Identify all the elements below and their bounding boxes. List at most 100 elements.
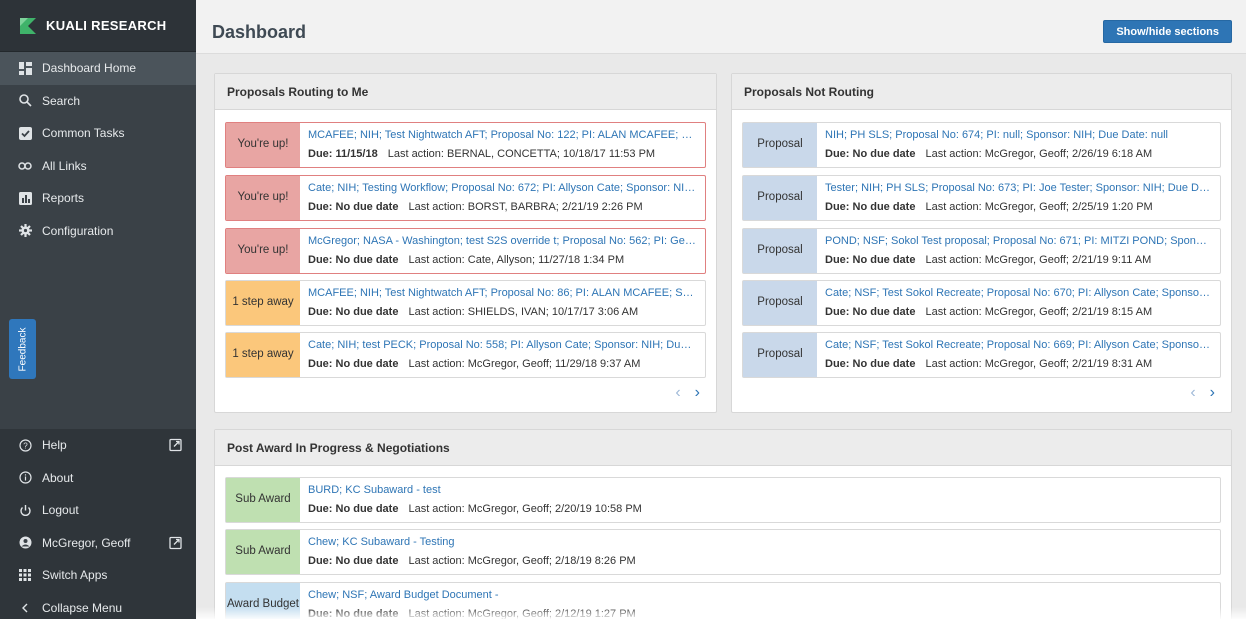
card-meta: Due: No due date Last action: BORST, BARB…: [308, 201, 697, 213]
due-date: Due: No due date: [825, 201, 916, 213]
sidebar-item-reports[interactable]: Reports: [0, 182, 196, 215]
sidebar-item-label: Configuration: [42, 223, 114, 238]
sidebar-item-label: Help: [42, 438, 67, 453]
feedback-tab[interactable]: Feedback: [9, 319, 36, 379]
sidebar-item-help[interactable]: ? Help: [0, 429, 196, 462]
sidebar-item-user[interactable]: McGregor, Geoff: [0, 527, 196, 560]
award-card[interactable]: Award Budget Chew; NSF; Award Budget Doc…: [225, 582, 1221, 619]
proposals-not-routing-panel: Proposals Not Routing Proposal NIH; PH S…: [731, 73, 1232, 413]
status-badge: Sub Award: [226, 478, 300, 522]
card-title-link[interactable]: Chew; KC Subaward - Testing: [308, 536, 1212, 550]
post-award-panel: Post Award In Progress & Negotiations Su…: [214, 429, 1232, 619]
checkbox-icon: [18, 126, 32, 140]
link-icon: [18, 159, 32, 173]
card-title-link[interactable]: Cate; NIH; Testing Workflow; Proposal No…: [308, 182, 697, 196]
card-title-link[interactable]: MCAFEE; NIH; Test Nightwatch AFT; Propos…: [308, 287, 697, 301]
external-link-icon[interactable]: [169, 439, 182, 452]
top-bar: Dashboard Show/hide sections: [196, 0, 1246, 54]
proposal-card[interactable]: Proposal POND; NSF; Sokol Test proposal;…: [742, 228, 1221, 274]
sidebar-item-label: Logout: [42, 503, 79, 518]
chevron-left-icon: [18, 601, 32, 615]
brand-header[interactable]: KUALI RESEARCH: [0, 0, 196, 52]
card-title-link[interactable]: NIH; PH SLS; Proposal No: 674; PI: null;…: [825, 129, 1212, 143]
award-card[interactable]: Sub Award BURD; KC Subaward - test Due: …: [225, 477, 1221, 523]
card-meta: Due: No due date Last action: SHIELDS, IV…: [308, 306, 697, 318]
proposal-card[interactable]: Proposal Tester; NIH; PH SLS; Proposal N…: [742, 175, 1221, 221]
search-icon: [18, 94, 32, 108]
card-body: Cate; NSF; Test Sokol Recreate; Proposal…: [817, 333, 1220, 377]
card-title-link[interactable]: Cate; NSF; Test Sokol Recreate; Proposal…: [825, 287, 1212, 301]
card-title-link[interactable]: Chew; NSF; Award Budget Document -: [308, 589, 1212, 603]
card-title-link[interactable]: POND; NSF; Sokol Test proposal; Proposal…: [825, 235, 1212, 249]
card-meta: Due: No due date Last action: McGregor, G…: [825, 306, 1212, 318]
external-link-icon[interactable]: [169, 536, 182, 549]
card-title-link[interactable]: Cate; NIH; test PECK; Proposal No: 558; …: [308, 339, 697, 353]
last-action: Last action: BORST, BARBRA; 2/21/19 2:26…: [408, 201, 643, 213]
grid-icon: [18, 568, 32, 582]
last-action: Last action: McGregor, Geoff; 2/21/19 9:…: [925, 254, 1152, 266]
last-action: Last action: McGregor, Geoff; 2/26/19 6:…: [925, 148, 1153, 160]
card-title-link[interactable]: Cate; NSF; Test Sokol Recreate; Proposal…: [825, 339, 1212, 353]
sidebar-item-about[interactable]: About: [0, 462, 196, 495]
card-meta: Due: No due date Last action: Cate, Allys…: [308, 254, 697, 266]
card-meta: Due: No due date Last action: McGregor, G…: [308, 358, 697, 370]
last-action: Last action: McGregor, Geoff; 2/21/19 8:…: [925, 306, 1153, 318]
proposal-card[interactable]: Proposal Cate; NSF; Test Sokol Recreate;…: [742, 280, 1221, 326]
status-badge: Proposal: [743, 176, 817, 220]
card-title-link[interactable]: MCAFEE; NIH; Test Nightwatch AFT; Propos…: [308, 129, 697, 143]
sidebar-item-search[interactable]: Search: [0, 85, 196, 118]
card-meta: Due: No due date Last action: McGregor, G…: [308, 555, 1212, 567]
svg-text:?: ?: [23, 441, 28, 450]
proposal-card[interactable]: Proposal NIH; PH SLS; Proposal No: 674; …: [742, 122, 1221, 168]
pagination: ‹ ›: [675, 384, 700, 402]
sidebar-item-logout[interactable]: Logout: [0, 494, 196, 527]
status-badge: Proposal: [743, 333, 817, 377]
sidebar-item-label: McGregor, Geoff: [42, 535, 131, 550]
sidebar-item-label: Collapse Menu: [42, 600, 123, 615]
proposal-card[interactable]: 1 step away MCAFEE; NIH; Test Nightwatch…: [225, 280, 706, 326]
proposal-card[interactable]: You're up! Cate; NIH; Testing Workflow; …: [225, 175, 706, 221]
due-date: Due: No due date: [825, 306, 916, 318]
card-body: Cate; NIH; Testing Workflow; Proposal No…: [300, 176, 705, 220]
show-hide-sections-button[interactable]: Show/hide sections: [1103, 20, 1232, 43]
due-date: Due: No due date: [825, 254, 916, 266]
next-page-button[interactable]: ›: [1210, 384, 1215, 402]
power-icon: [18, 503, 32, 517]
sidebar-item-label: Reports: [42, 191, 85, 206]
proposal-card[interactable]: Proposal Cate; NSF; Test Sokol Recreate;…: [742, 332, 1221, 378]
panel-title: Proposals Not Routing: [732, 74, 1231, 110]
proposal-card[interactable]: You're up! McGregor; NASA - Washington; …: [225, 228, 706, 274]
sidebar-item-switch-apps[interactable]: Switch Apps: [0, 559, 196, 592]
due-date: Due: No due date: [308, 555, 399, 567]
status-badge: You're up!: [226, 229, 300, 273]
last-action: Last action: Cate, Allyson; 11/27/18 1:3…: [408, 254, 625, 266]
proposal-card[interactable]: 1 step away Cate; NIH; test PECK; Propos…: [225, 332, 706, 378]
sidebar-item-common-tasks[interactable]: Common Tasks: [0, 117, 196, 150]
card-body: NIH; PH SLS; Proposal No: 674; PI: null;…: [817, 123, 1220, 167]
sidebar-item-configuration[interactable]: Configuration: [0, 215, 196, 248]
sidebar-item-dashboard-home[interactable]: Dashboard Home: [0, 52, 196, 85]
sidebar-bottom-nav: ? Help About Logout McGregor, Geoff Swit…: [0, 429, 196, 619]
card-body: Tester; NIH; PH SLS; Proposal No: 673; P…: [817, 176, 1220, 220]
feedback-label: Feedback: [17, 327, 29, 371]
status-badge: Sub Award: [226, 530, 300, 574]
card-body: Chew; NSF; Award Budget Document - Due: …: [300, 583, 1220, 619]
award-card[interactable]: Sub Award Chew; KC Subaward - Testing Du…: [225, 529, 1221, 575]
next-page-button[interactable]: ›: [695, 384, 700, 402]
due-date: Due: No due date: [308, 358, 399, 370]
last-action: Last action: McGregor, Geoff; 2/21/19 8:…: [925, 358, 1153, 370]
sidebar-item-collapse-menu[interactable]: Collapse Menu: [0, 592, 196, 619]
due-date: Due: No due date: [308, 306, 399, 318]
card-body: POND; NSF; Sokol Test proposal; Proposal…: [817, 229, 1220, 273]
card-meta: Due: No due date Last action: McGregor, G…: [825, 254, 1212, 266]
gear-icon: [18, 224, 32, 238]
previous-page-button[interactable]: ‹: [675, 384, 680, 402]
card-title-link[interactable]: BURD; KC Subaward - test: [308, 484, 1212, 498]
card-title-link[interactable]: McGregor; NASA - Washington; test S2S ov…: [308, 235, 697, 249]
card-title-link[interactable]: Tester; NIH; PH SLS; Proposal No: 673; P…: [825, 182, 1212, 196]
sidebar-item-all-links[interactable]: All Links: [0, 150, 196, 183]
last-action: Last action: SHIELDS, IVAN; 10/17/17 3:0…: [408, 306, 639, 318]
previous-page-button[interactable]: ‹: [1190, 384, 1195, 402]
proposal-card[interactable]: You're up! MCAFEE; NIH; Test Nightwatch …: [225, 122, 706, 168]
last-action: Last action: BERNAL, CONCETTA; 10/18/17 …: [387, 148, 656, 160]
